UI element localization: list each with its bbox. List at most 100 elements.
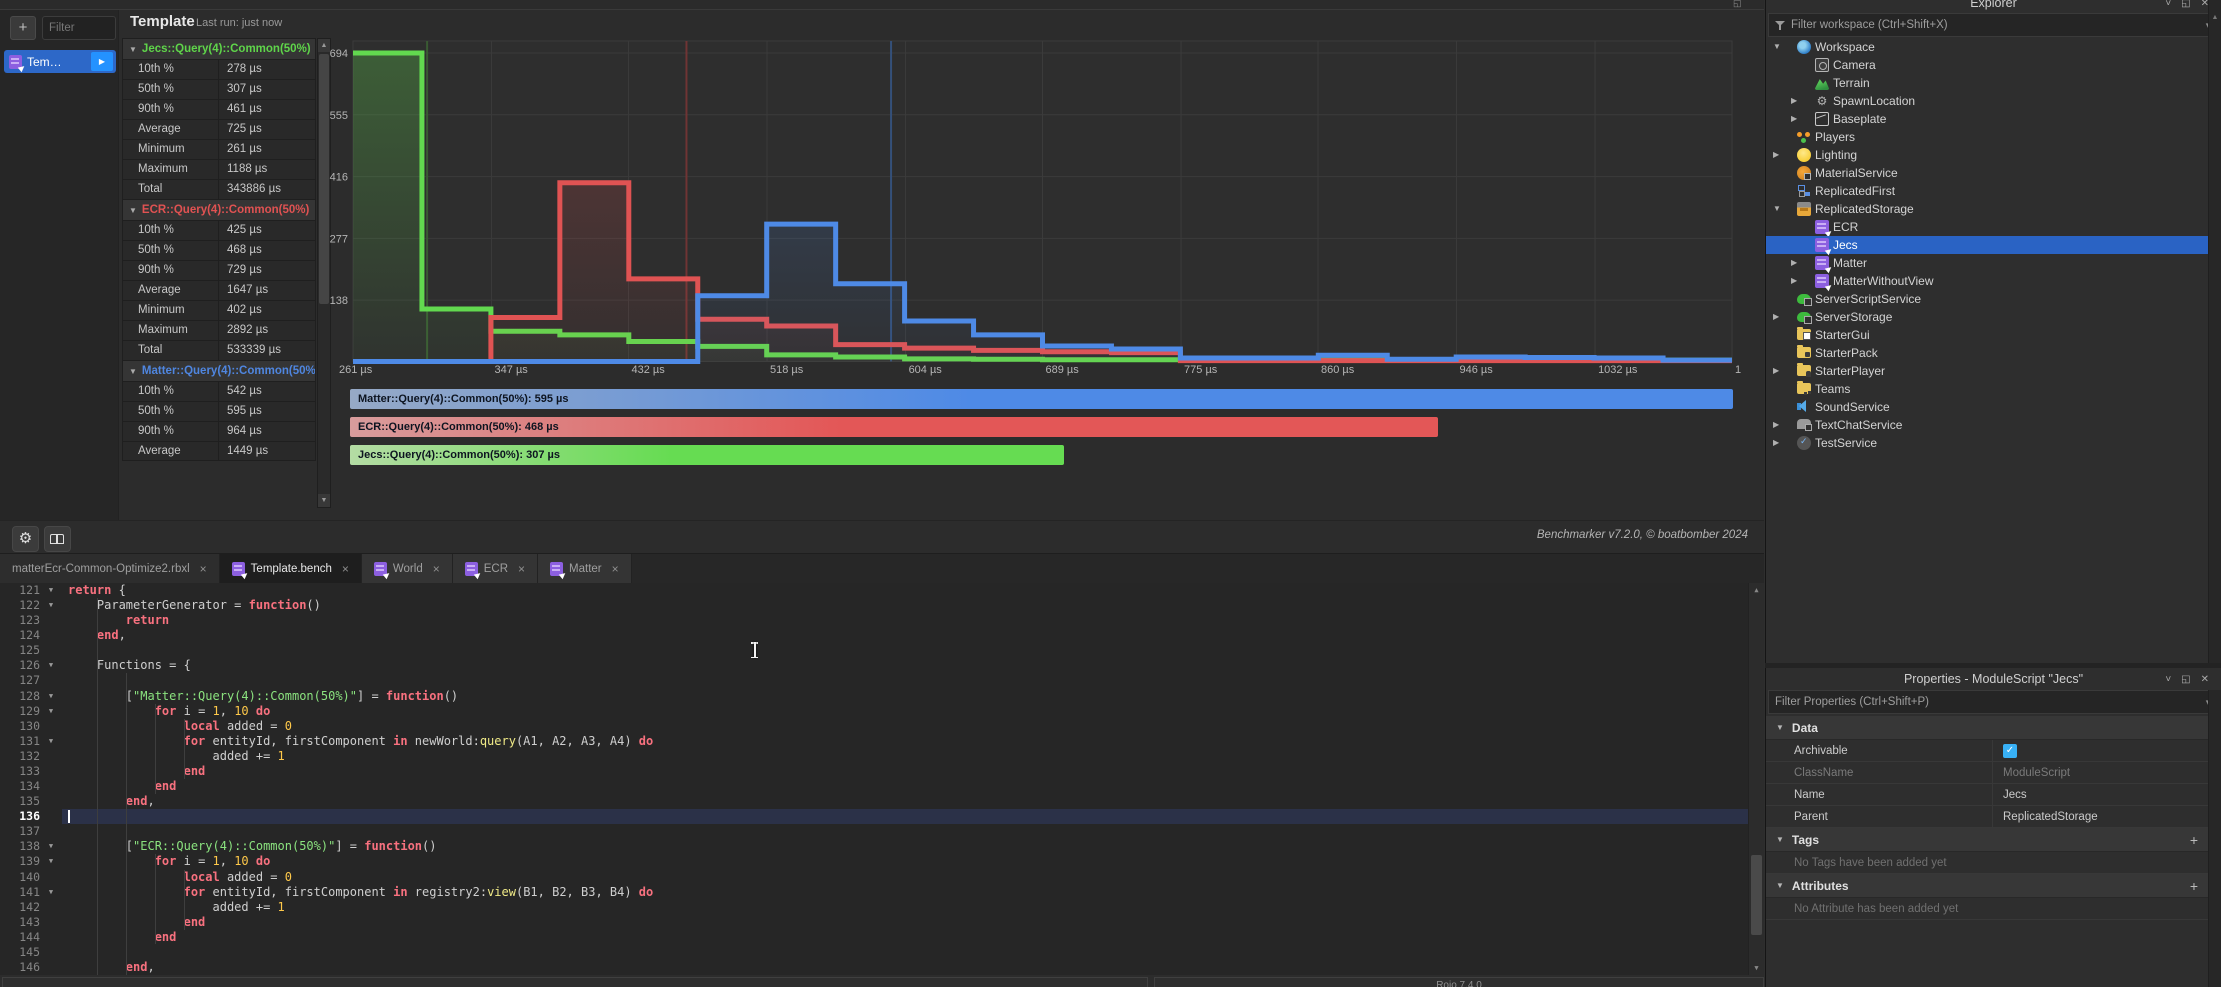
- property-section-tags[interactable]: ▼Tags+: [1766, 828, 2208, 852]
- tree-item-lighting[interactable]: ▶Lighting: [1766, 146, 2208, 164]
- tree-item-starterpack[interactable]: StarterPack: [1766, 344, 2208, 362]
- tree-item-teams[interactable]: Teams: [1766, 380, 2208, 398]
- expander-down-icon[interactable]: ▼: [1773, 204, 1781, 213]
- close-icon[interactable]: ✕: [2201, 674, 2209, 685]
- tree-item-camera[interactable]: Camera: [1766, 56, 2208, 74]
- run-benchmark-button[interactable]: ▶: [91, 52, 113, 71]
- tree-item-jecs[interactable]: Jecs: [1766, 236, 2208, 254]
- tree-item-matter[interactable]: ▶Matter: [1766, 254, 2208, 272]
- expander-right-icon[interactable]: ▶: [1791, 258, 1797, 267]
- tree-item-terrain[interactable]: Terrain: [1766, 74, 2208, 92]
- add-benchmark-button[interactable]: +: [10, 16, 36, 40]
- tab-matterecr-common-optimize2-rbxl[interactable]: matterEcr-Common-Optimize2.rbxl×: [0, 554, 220, 583]
- explorer-scrollbar[interactable]: ▲: [2208, 0, 2221, 663]
- window-restore-icon[interactable]: ◱: [1733, 0, 1742, 9]
- code-line[interactable]: 138▼ ["ECR::Query(4)::Common(50%)"] = fu…: [0, 839, 1748, 854]
- benchmark-filter-input[interactable]: [42, 16, 116, 40]
- code-line[interactable]: 140 local added = 0: [0, 870, 1748, 885]
- code-line[interactable]: 137: [0, 824, 1748, 839]
- editor-scrollbar[interactable]: ▲ ▼: [1748, 583, 1764, 975]
- tab-matter[interactable]: Matter×: [538, 554, 632, 583]
- fold-arrow-icon[interactable]: ▼: [40, 854, 62, 869]
- tree-item-workspace[interactable]: ▼Workspace: [1766, 38, 2208, 56]
- add-icon[interactable]: +: [2190, 878, 2198, 894]
- tree-item-spawnlocation[interactable]: ▶⚙SpawnLocation: [1766, 92, 2208, 110]
- scroll-up-icon[interactable]: ▲: [2209, 14, 2221, 21]
- popout-icon[interactable]: ◱: [2181, 674, 2190, 685]
- fold-arrow-icon[interactable]: ▼: [40, 658, 62, 673]
- chevron-down-icon[interactable]: ▼: [1776, 723, 1784, 732]
- tree-item-serverscriptservice[interactable]: ServerScriptService: [1766, 290, 2208, 308]
- tree-item-testservice[interactable]: ▶TestService: [1766, 434, 2208, 452]
- scroll-down-icon[interactable]: ▼: [318, 494, 330, 507]
- chevron-down-icon[interactable]: ˅: [2165, 674, 2171, 685]
- fold-arrow-icon[interactable]: ▼: [40, 583, 62, 598]
- code-line[interactable]: 128▼ ["Matter::Query(4)::Common(50%)"] =…: [0, 689, 1748, 704]
- tab-close-icon[interactable]: ×: [518, 562, 525, 576]
- tab-close-icon[interactable]: ×: [433, 562, 440, 576]
- tab-close-icon[interactable]: ×: [342, 562, 349, 576]
- tree-item-baseplate[interactable]: ▶Baseplate: [1766, 110, 2208, 128]
- chevron-down-icon[interactable]: ▼: [1776, 835, 1784, 844]
- code-line[interactable]: 123 return: [0, 613, 1748, 628]
- expander-right-icon[interactable]: ▶: [1773, 366, 1779, 375]
- tree-item-startergui[interactable]: StarterGui: [1766, 326, 2208, 344]
- properties-scrollbar[interactable]: [2208, 690, 2221, 987]
- code-line[interactable]: 127: [0, 673, 1748, 688]
- scroll-up-icon[interactable]: ▲: [1749, 583, 1764, 597]
- code-line[interactable]: 146 end,: [0, 960, 1748, 975]
- fold-arrow-icon[interactable]: ▼: [40, 885, 62, 900]
- popout-icon[interactable]: ◱: [2181, 0, 2190, 9]
- tree-item-replicatedstorage[interactable]: ▼ReplicatedStorage: [1766, 200, 2208, 218]
- code-line[interactable]: 126▼ Functions = {: [0, 658, 1748, 673]
- property-row-parent[interactable]: ParentReplicatedStorage: [1766, 806, 2208, 828]
- expander-right-icon[interactable]: ▶: [1791, 96, 1797, 105]
- property-section-data[interactable]: ▼Data: [1766, 716, 2208, 740]
- tab-world[interactable]: World×: [362, 554, 453, 583]
- tab-close-icon[interactable]: ×: [612, 562, 619, 576]
- code-line[interactable]: 129▼ for i = 1, 10 do: [0, 704, 1748, 719]
- tree-item-ecr[interactable]: ECR: [1766, 218, 2208, 236]
- scroll-down-icon[interactable]: ▼: [1749, 961, 1764, 975]
- script-editor[interactable]: 121▼return {122▼ ParameterGenerator = fu…: [0, 583, 1764, 975]
- code-line[interactable]: 136: [0, 809, 1748, 824]
- stat-section-header[interactable]: ▼ECR::Query(4)::Common(50%): [122, 199, 316, 220]
- code-line[interactable]: 141▼ for entityId, firstComponent in reg…: [0, 885, 1748, 900]
- tree-item-replicatedfirst[interactable]: ReplicatedFirst: [1766, 182, 2208, 200]
- code-line[interactable]: 144 end: [0, 930, 1748, 945]
- fold-arrow-icon[interactable]: ▼: [40, 689, 62, 704]
- expander-right-icon[interactable]: ▶: [1773, 420, 1779, 429]
- fold-arrow-icon[interactable]: ▼: [40, 704, 62, 719]
- tab-template-bench[interactable]: Template.bench×: [220, 554, 362, 583]
- code-line[interactable]: 134 end: [0, 779, 1748, 794]
- code-line[interactable]: 133 end: [0, 764, 1748, 779]
- expander-right-icon[interactable]: ▶: [1791, 114, 1797, 123]
- code-line[interactable]: 143 end: [0, 915, 1748, 930]
- expander-right-icon[interactable]: ▶: [1773, 150, 1779, 159]
- code-line[interactable]: 145: [0, 945, 1748, 960]
- add-icon[interactable]: +: [2190, 832, 2198, 848]
- tree-item-materialservice[interactable]: MaterialService: [1766, 164, 2208, 182]
- code-line[interactable]: 139▼ for i = 1, 10 do: [0, 854, 1748, 869]
- code-line[interactable]: 135 end,: [0, 794, 1748, 809]
- code-line[interactable]: 122▼ ParameterGenerator = function(): [0, 598, 1748, 613]
- expander-right-icon[interactable]: ▶: [1773, 438, 1779, 447]
- properties-filter[interactable]: Filter Properties (Ctrl+Shift+P) ▼: [1768, 690, 2219, 714]
- code-line[interactable]: 121▼return {: [0, 583, 1748, 598]
- expander-right-icon[interactable]: ▶: [1773, 312, 1779, 321]
- tab-close-icon[interactable]: ×: [200, 562, 207, 576]
- code-line[interactable]: 132 added += 1: [0, 749, 1748, 764]
- property-section-attributes[interactable]: ▼Attributes+: [1766, 874, 2208, 898]
- tree-item-starterplayer[interactable]: ▶StarterPlayer: [1766, 362, 2208, 380]
- explorer-filter[interactable]: Filter workspace (Ctrl+Shift+X) ▼: [1768, 13, 2219, 37]
- chevron-down-icon[interactable]: ▼: [1776, 881, 1784, 890]
- expander-right-icon[interactable]: ▶: [1791, 276, 1797, 285]
- expander-down-icon[interactable]: ▼: [1773, 42, 1781, 51]
- tree-item-textchatservice[interactable]: ▶TextChatService: [1766, 416, 2208, 434]
- fold-arrow-icon[interactable]: ▼: [40, 598, 62, 613]
- code-line[interactable]: 130 local added = 0: [0, 719, 1748, 734]
- property-row-archivable[interactable]: Archivable✓: [1766, 740, 2208, 762]
- stat-section-header[interactable]: ▼Jecs::Query(4)::Common(50%): [122, 38, 316, 59]
- settings-button[interactable]: ⚙: [12, 526, 39, 552]
- code-line[interactable]: 124 end,: [0, 628, 1748, 643]
